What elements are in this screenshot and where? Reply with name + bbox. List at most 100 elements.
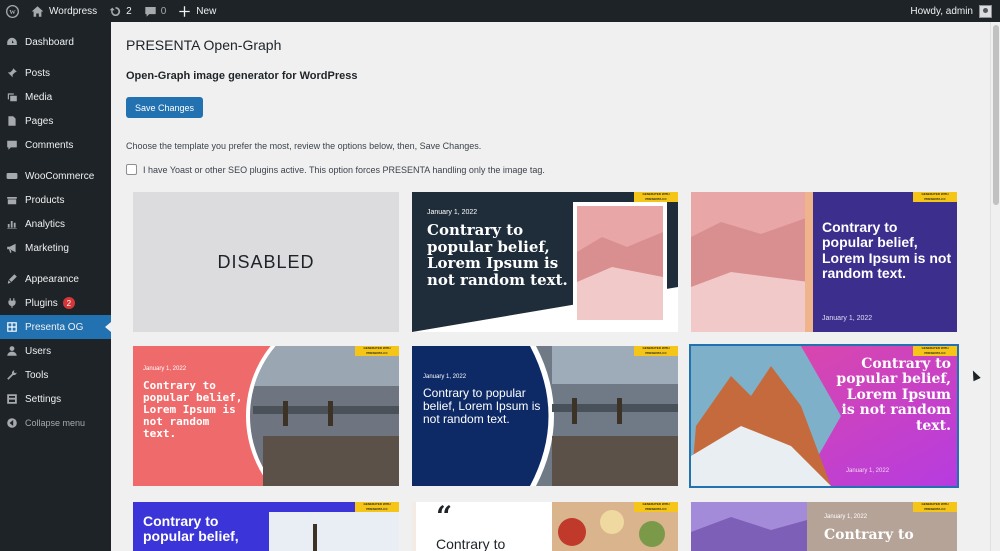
page-title: PRESENTA Open-Graph — [126, 37, 282, 53]
grid-icon — [6, 321, 18, 333]
collapse-icon — [6, 417, 18, 429]
site-name: Wordpress — [49, 5, 98, 17]
template-3[interactable]: GENERATED WITH PRESENTA.CC January 1, 20… — [133, 346, 399, 486]
home-icon — [31, 5, 44, 17]
admin-bar: W Wordpress 2 0 New Howdy, admin — [0, 0, 1000, 22]
template-6[interactable]: GENERATED WITH PRESENTA.CC Contrary to p… — [133, 502, 399, 551]
scroll-thumb[interactable] — [993, 25, 999, 205]
sidebar-item-label: Appearance — [25, 273, 79, 285]
comment-icon — [6, 139, 18, 151]
sidebar-item-presenta-og[interactable]: Presenta OG — [0, 315, 111, 339]
generated-tag: GENERATED WITH PRESENTA.CC — [913, 346, 957, 356]
media-icon — [6, 91, 18, 103]
instructions-text: Choose the template you prefer the most,… — [126, 141, 482, 151]
quote-mark: “ — [436, 502, 453, 533]
updates-link[interactable]: 2 — [103, 0, 138, 22]
sidebar-item-label: Plugins — [25, 297, 58, 309]
template-disabled[interactable]: DISABLED — [133, 192, 399, 332]
brush-icon — [6, 273, 18, 285]
generated-tag: GENERATED WITH PRESENTA.CC — [355, 502, 399, 512]
svg-text:W: W — [9, 9, 16, 16]
bar-chart-icon — [6, 218, 18, 230]
sidebar-item-label: Posts — [25, 67, 51, 79]
avatar — [979, 4, 992, 18]
sidebar-item-products[interactable]: Products — [0, 188, 111, 212]
sidebar-item-label: Users — [25, 345, 52, 357]
seo-plugin-label: I have Yoast or other SEO plugins active… — [143, 164, 545, 175]
sidebar-item-label: Comments — [25, 139, 74, 151]
pin-icon — [6, 67, 18, 79]
user-icon — [6, 345, 18, 357]
sidebar-item-label: Presenta OG — [25, 321, 84, 333]
sidebar-item-media[interactable]: Media — [0, 85, 111, 109]
collapse-menu-button[interactable]: Collapse menu — [0, 411, 111, 435]
template-date: January 1, 2022 — [143, 366, 187, 372]
updates-count: 2 — [126, 5, 132, 17]
template-date: January 1, 2022 — [824, 514, 868, 520]
save-changes-button[interactable]: Save Changes — [126, 97, 204, 118]
seo-plugin-option[interactable]: I have Yoast or other SEO plugins active… — [126, 164, 545, 175]
plus-icon — [179, 5, 190, 17]
generated-tag: GENERATED WITH PRESENTA.CC — [913, 192, 957, 202]
admin-sidebar: Dashboard Posts Media Pages Comments Woo… — [0, 22, 111, 551]
sidebar-item-woocommerce[interactable]: WooCommerce — [0, 164, 111, 188]
collapse-label: Collapse menu — [25, 418, 86, 428]
settings-icon — [6, 393, 18, 405]
template-date: January 1, 2022 — [427, 209, 478, 216]
page-icon — [6, 115, 18, 127]
template-headline: Contrary to popular belief, — [143, 513, 239, 545]
template-headline: Contrary to — [436, 536, 506, 551]
template-headline: Contrary to — [824, 527, 914, 543]
generated-tag: GENERATED WITH PRESENTA.CC — [634, 192, 678, 202]
sidebar-item-label: WooCommerce — [25, 170, 95, 182]
template-headline: Contrary to popular belief, Lorem Ipsum … — [143, 379, 243, 441]
sidebar-item-label: Products — [25, 194, 65, 206]
sidebar-item-marketing[interactable]: Marketing — [0, 236, 111, 260]
template-date: January 1, 2022 — [846, 468, 890, 474]
seo-plugin-checkbox[interactable] — [126, 164, 137, 175]
template-headline: Contrary to popular belief, Lorem Ipsum … — [427, 221, 568, 289]
template-2[interactable]: GENERATED WITH PRESENTA.CC Contrary to p… — [691, 192, 957, 332]
template-headline: Contrary to popular belief, Lorem Ipsum … — [822, 219, 952, 282]
generated-tag: GENERATED WITH PRESENTA.CC — [355, 346, 399, 356]
woo-icon — [6, 170, 18, 182]
template-4[interactable]: GENERATED WITH PRESENTA.CC January 1, 20… — [412, 346, 678, 486]
account-menu[interactable]: Howdy, admin — [910, 4, 1000, 18]
sidebar-item-pages[interactable]: Pages — [0, 109, 111, 133]
template-1[interactable]: GENERATED WITH PRESENTA.CC January 1, 20… — [412, 192, 678, 332]
comments-count: 0 — [160, 5, 167, 17]
template-7[interactable]: GENERATED WITH PRESENTA.CC “ Contrary to — [412, 502, 678, 551]
sidebar-item-label: Analytics — [25, 218, 66, 230]
sidebar-item-appearance[interactable]: Appearance — [0, 267, 111, 291]
box-icon — [6, 194, 18, 206]
sidebar-item-comments[interactable]: Comments — [0, 133, 111, 157]
page-subtitle: Open-Graph image generator for WordPress — [126, 70, 358, 82]
sidebar-item-tools[interactable]: Tools — [0, 363, 111, 387]
template-date: January 1, 2022 — [423, 374, 467, 380]
megaphone-icon — [6, 242, 18, 254]
sidebar-item-posts[interactable]: Posts — [0, 61, 111, 85]
sidebar-item-users[interactable]: Users — [0, 339, 111, 363]
new-label: New — [196, 5, 217, 17]
site-name-link[interactable]: Wordpress — [25, 0, 103, 22]
generated-tag: GENERATED WITH PRESENTA.CC — [913, 502, 957, 512]
sidebar-item-label: Settings — [25, 393, 62, 405]
template-headline: Contrary to popular belief, Lorem Ipsum … — [836, 356, 951, 434]
template-headline: Contrary to popular belief, Lorem Ipsum … — [423, 386, 541, 427]
page-scrollbar[interactable] — [990, 22, 1000, 551]
sidebar-item-plugins[interactable]: Plugins 2 — [0, 291, 111, 315]
sidebar-item-label: Tools — [25, 369, 49, 381]
sidebar-item-settings[interactable]: Settings — [0, 387, 111, 411]
comment-bubble-icon — [145, 6, 156, 17]
howdy-text: Howdy, admin — [910, 5, 973, 17]
wp-logo-button[interactable]: W — [0, 0, 25, 22]
template-8[interactable]: GENERATED WITH PRESENTA.CC January 1, 20… — [691, 502, 957, 551]
new-content-link[interactable]: New — [172, 0, 222, 22]
wrench-icon — [6, 369, 18, 381]
sidebar-item-dashboard[interactable]: Dashboard — [0, 30, 111, 54]
comments-link[interactable]: 0 — [138, 0, 173, 22]
sidebar-item-label: Media — [25, 91, 53, 103]
sidebar-item-analytics[interactable]: Analytics — [0, 212, 111, 236]
template-5[interactable]: GENERATED WITH PRESENTA.CC Contrary to p… — [689, 344, 959, 488]
generated-tag: GENERATED WITH PRESENTA.CC — [634, 346, 678, 356]
